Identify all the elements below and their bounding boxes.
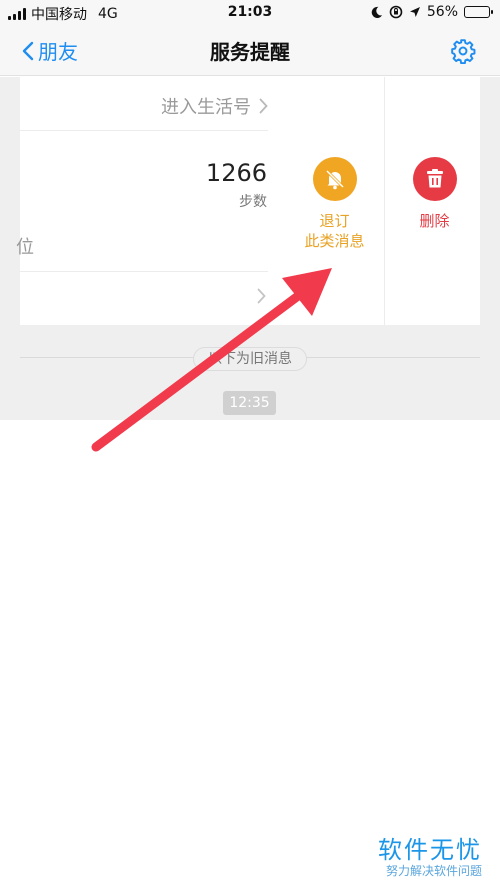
- old-messages-label: 以下为旧消息: [193, 347, 307, 371]
- steps-label: 步数: [239, 194, 267, 210]
- rotation-lock-icon: [389, 5, 403, 19]
- card-detail-row[interactable]: [20, 271, 268, 325]
- watermark-title: 软件无忧: [378, 836, 482, 864]
- unsubscribe-label-line2: 此类消息: [304, 232, 365, 250]
- chevron-right-icon: [257, 288, 266, 304]
- delete-button[interactable]: 删除: [385, 157, 484, 231]
- unsubscribe-label-line1: 退订: [319, 212, 350, 230]
- mute-bell-icon: [312, 157, 357, 201]
- battery-percent: 56%: [426, 4, 458, 20]
- message-card[interactable]: 进入生活号 1266 步数 位: [16, 77, 285, 325]
- battery-icon: [464, 6, 493, 18]
- trash-icon: [412, 157, 457, 201]
- status-bar: 中国移动 4G 21:03 56%: [0, 0, 500, 26]
- enter-service-row[interactable]: 进入生活号: [20, 77, 268, 131]
- nav-bar: 朋友 服务提醒: [0, 26, 500, 76]
- status-right: 56%: [370, 4, 493, 20]
- delete-label: 删除: [419, 212, 450, 230]
- watermark-subtitle: 努力解决软件问题: [385, 864, 482, 878]
- rank-text-fragment: 位: [16, 237, 34, 258]
- settings-gear-icon[interactable]: [450, 38, 476, 64]
- unsubscribe-button[interactable]: 退订 此类消息: [285, 157, 384, 251]
- enter-service-link[interactable]: 进入生活号: [161, 93, 268, 119]
- swipe-action-panel: 退订 此类消息 删除: [285, 77, 480, 325]
- page-title: 服务提醒: [210, 40, 290, 64]
- steps-count: 1266: [205, 159, 267, 187]
- location-icon: [409, 7, 420, 17]
- enter-service-label: 进入生活号: [161, 97, 251, 118]
- chevron-right-icon: [259, 98, 268, 114]
- moon-icon: [371, 6, 382, 18]
- timestamp-badge: 12:35: [223, 391, 276, 415]
